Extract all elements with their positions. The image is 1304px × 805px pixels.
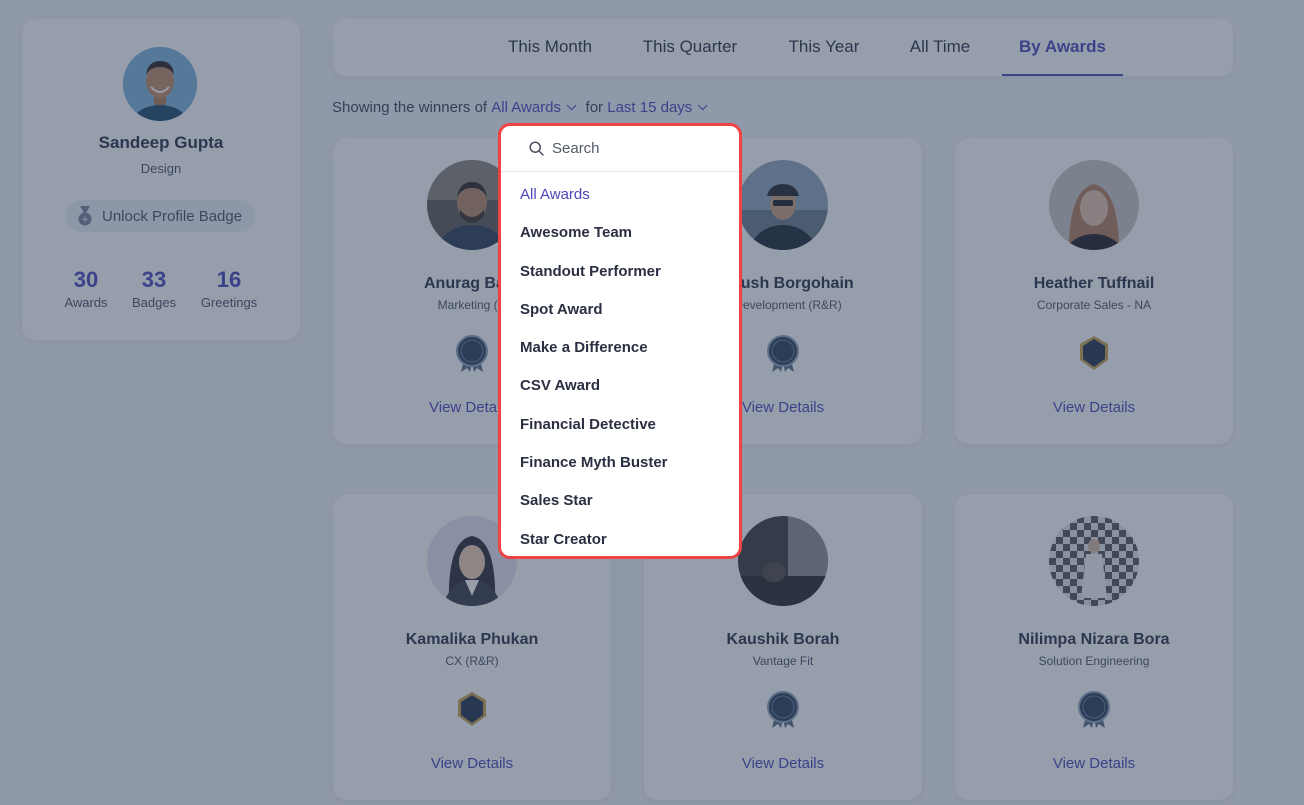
menu-item-star-creator[interactable]: Star Creator	[501, 521, 739, 556]
menu-item-spot-award[interactable]: Spot Award	[501, 291, 739, 329]
menu-item-csv-award[interactable]: CSV Award	[501, 367, 739, 405]
menu-item-make-a-difference[interactable]: Make a Difference	[501, 329, 739, 367]
menu-item-awesome-team[interactable]: Awesome Team	[501, 214, 739, 252]
menu-item-sales-star[interactable]: Sales Star	[501, 482, 739, 520]
search-input[interactable]	[552, 140, 722, 157]
award-options-list: All Awards Awesome Team Standout Perform…	[501, 172, 739, 556]
menu-item-standout-performer[interactable]: Standout Performer	[501, 253, 739, 291]
menu-item-financial-detective[interactable]: Financial Detective	[501, 406, 739, 444]
search-icon	[529, 141, 544, 156]
menu-item-all-awards[interactable]: All Awards	[501, 176, 739, 214]
dropdown-search	[501, 126, 739, 172]
page: Sandeep Gupta Design + Unlock Profile Ba…	[0, 0, 1304, 805]
menu-item-finance-myth-buster[interactable]: Finance Myth Buster	[501, 444, 739, 482]
award-filter-menu: All Awards Awesome Team Standout Perform…	[498, 123, 742, 559]
